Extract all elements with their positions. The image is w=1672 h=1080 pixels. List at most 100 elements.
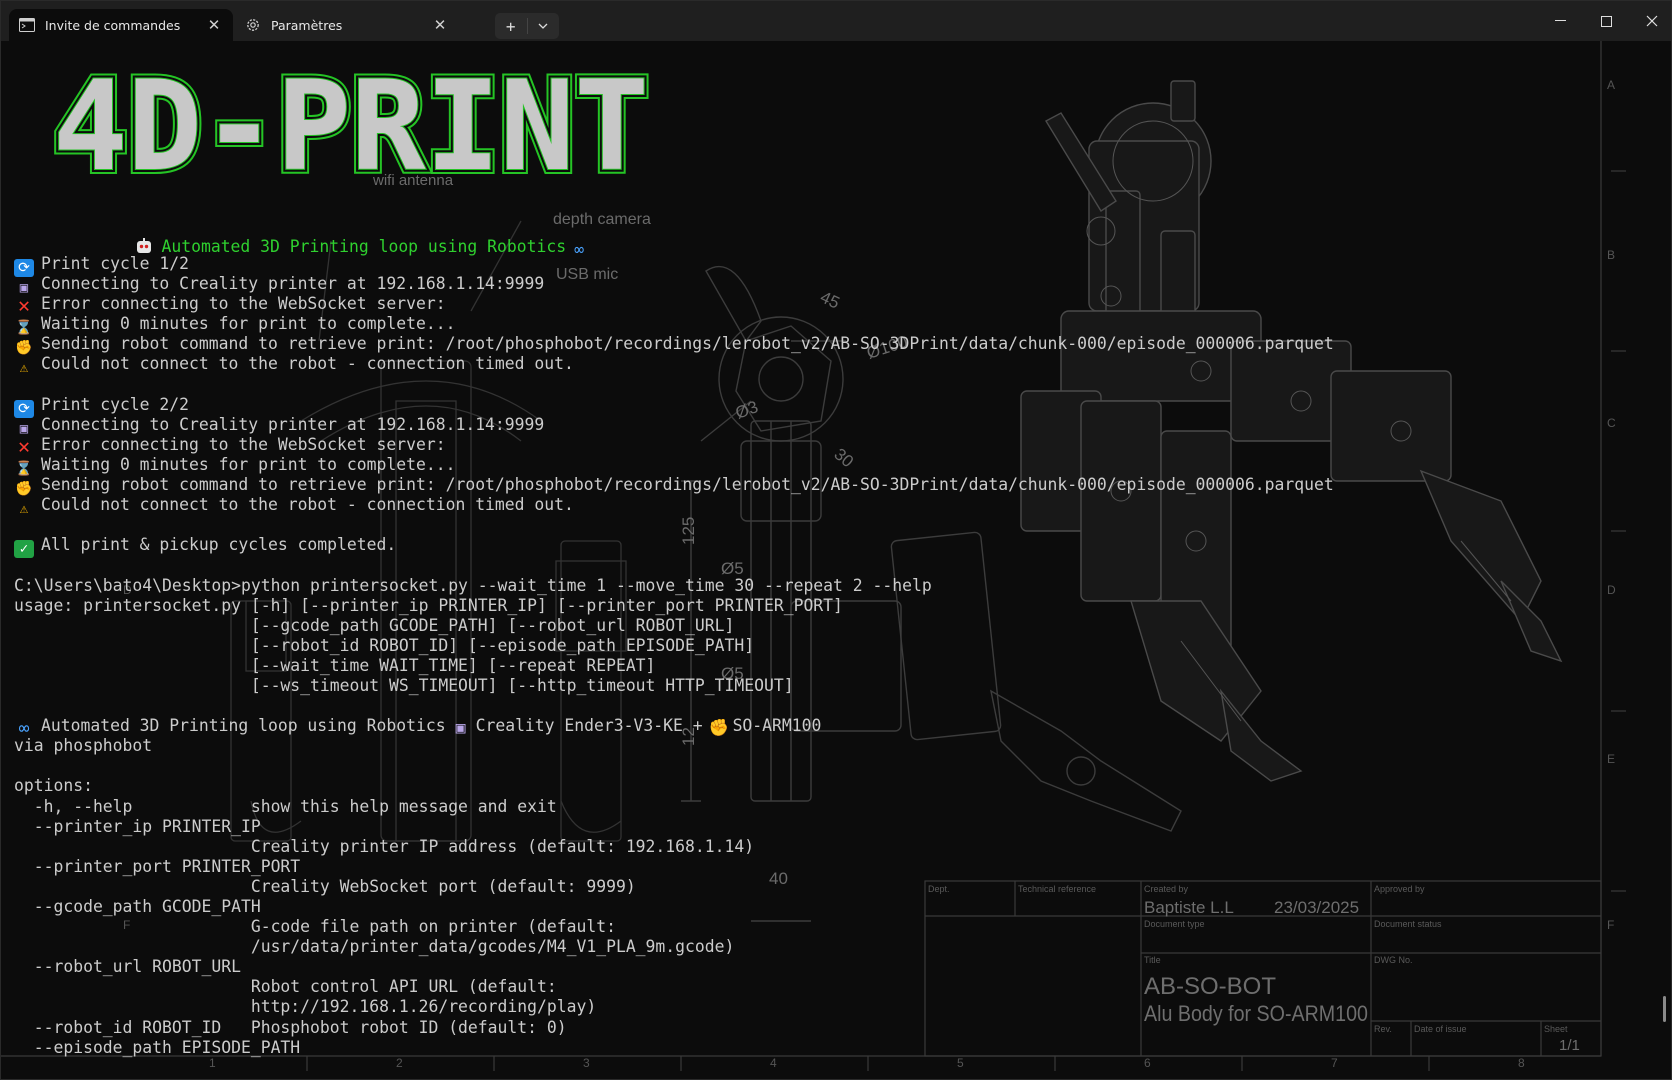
title-bar: Invite de commandes ✕ Paramètres ✕ + [1,1,1671,41]
console-output: ⟳ Print cycle 1/2 ▣ Connecting to Creality … [14,254,1614,1058]
maximize-button[interactable] [1583,1,1629,41]
console-text: Waiting 0 minutes for print to complete.… [41,314,456,334]
console-line: -h, --help show this help message and ex… [14,797,1614,817]
tab-command-prompt[interactable]: Invite de commandes ✕ [9,9,233,41]
console-text: Robot control API URL (default: [14,977,557,997]
console-line: Creality WebSocket port (default: 9999) [14,877,1614,897]
console-line: via phosphobot [14,736,1614,756]
console-text: [--robot_id ROBOT_ID] [--episode_path EP… [14,635,755,655]
banner-text: 4D-PRINT 4D-PRINT 4D-PRINT 4D-PRINT [49,67,654,187]
new-tab-button[interactable]: + [495,13,527,39]
console-line: ⚠ Could not connect to the robot - connec… [14,495,1614,518]
console-line: usage: printersocket.py [-h] [--printer_… [14,596,1614,616]
svg-text:4: 4 [770,1056,777,1070]
warning-icon: ⚠ [19,360,29,377]
error-icon: ✕ [17,433,31,458]
console-text: [--wait_time WAIT_TIME] [--repeat REPEAT… [14,655,656,675]
console-line: ▣ Connecting to Creality printer at 192.1… [14,414,1614,437]
banner-logo: 4D-PRINT 4D-PRINT 4D-PRINT 4D-PRINT [49,67,654,187]
console-line: --gcode_path GCODE_PATH [14,897,1614,917]
description-text: Creality Ender3-V3-KE + [475,716,703,736]
console-text: Connecting to Creality printer at 192.16… [41,274,545,294]
console-line: --printer_ip PRINTER_IP [14,817,1614,837]
console-line: --printer_port PRINTER_PORT [14,857,1614,877]
console-line: ⟳ Print cycle 1/2 [14,254,1614,277]
console-line: http://192.168.1.26/recording/play) [14,997,1614,1017]
console-text: Sending robot command to retrieve print:… [41,334,1334,354]
scrollbar[interactable] [1663,996,1666,1022]
svg-text:A: A [1607,78,1615,92]
console-line: ∞ Automated 3D Printing loop using Roboti… [14,716,1614,738]
console-line: [--robot_id ROBOT_ID] [--episode_path EP… [14,636,1614,656]
console-text: Creality printer IP address (default: 19… [14,836,755,856]
printer-icon: ▣ [455,718,466,738]
console-line: Creality printer IP address (default: 19… [14,837,1614,857]
console-text: Error connecting to the WebSocket server… [41,294,446,314]
console-line: C:\Users\bato4\Desktop>python printersoc… [14,576,1614,596]
console-line: ✕ Error connecting to the WebSocket serve… [14,433,1614,458]
console-line: [--gcode_path GCODE_PATH] [--robot_url R… [14,616,1614,636]
console-text: --gcode_path GCODE_PATH [14,897,261,916]
console-text: G-code file path on printer (default: [14,917,616,937]
warning-icon: ⚠ [19,501,29,518]
minimize-button[interactable] [1537,1,1583,41]
svg-text:5: 5 [957,1056,964,1070]
svg-text:8: 8 [1518,1056,1525,1070]
gear-icon [245,17,261,33]
description-text: Automated 3D Printing loop using Robotic… [41,716,446,736]
console-line: [--ws_timeout WS_TIMEOUT] [--http_timeou… [14,676,1614,696]
console-line: ▣ Connecting to Creality printer at 192.1… [14,274,1614,296]
new-tab-group: + [495,13,559,39]
console-line: ✊ Sending robot command to retrieve print… [14,334,1614,356]
svg-text:4D-PRINT: 4D-PRINT [53,67,649,187]
console-text: Sending robot command to retrieve print:… [41,475,1334,495]
console-line: ⟳ Print cycle 2/2 [14,394,1614,418]
console-line: [--wait_time WAIT_TIME] [--repeat REPEAT… [14,656,1614,676]
console-line: options: [14,776,1614,796]
cmd-icon [19,17,35,33]
svg-text:3: 3 [583,1056,590,1070]
console-text: Waiting 0 minutes for print to complete.… [41,454,456,474]
console-text: --episode_path EPISODE_PATH [14,1037,301,1057]
console-text: http://192.168.1.26/recording/play) [14,997,597,1017]
console-text: Creality WebSocket port (default: 9999) [14,876,636,896]
svg-text:7: 7 [1331,1056,1338,1070]
console-text: [--gcode_path GCODE_PATH] [--robot_url R… [14,615,735,635]
svg-text:2: 2 [396,1056,403,1070]
console-line: ⌛ Waiting 0 minutes for print to complete… [14,454,1614,477]
console-line: ✓ All print & pickup cycles completed. [14,535,1614,559]
close-window-button[interactable] [1629,1,1671,41]
robot-icon [135,237,153,255]
console-line: --robot_id ROBOT_ID Phosphobot robot ID … [14,1018,1614,1038]
close-tab-icon[interactable]: ✕ [205,16,223,34]
console-text: Print cycle 1/2 [41,254,190,273]
console-text: --robot_id ROBOT_ID Phosphobot robot ID … [14,1017,567,1037]
console-text: C:\Users\bato4\Desktop>python printersoc… [14,575,932,595]
terminal-window: Invite de commandes ✕ Paramètres ✕ + wif… [0,0,1672,1080]
console-line: --robot_url ROBOT_URL [14,957,1614,977]
svg-text:1: 1 [209,1056,216,1070]
close-tab-icon[interactable]: ✕ [431,16,449,34]
console-text: Connecting to Creality printer at 192.16… [41,414,545,434]
console-text: Error connecting to the WebSocket server… [41,434,446,454]
banner-subtitle: Automated 3D Printing loop using Robotic… [96,214,594,259]
robot-arm-icon: ✊ [708,718,729,738]
console-line: ⚠ Could not connect to the robot - connec… [14,354,1614,377]
console-text: /usr/data/printer_data/gcodes/M4_V1_PLA_… [14,937,735,957]
tab-label: Paramètres [271,17,343,33]
chevron-down-icon[interactable] [527,13,559,39]
console-text: via phosphobot [14,736,153,756]
console-line: ✊ Sending robot command to retrieve print… [14,475,1614,497]
tab-settings[interactable]: Paramètres ✕ [235,9,459,41]
console-line: ✕ Error connecting to the WebSocket serve… [14,294,1614,315]
check-icon: ✓ [14,540,34,559]
console-line: Robot control API URL (default: [14,977,1614,997]
console-text: --printer_ip PRINTER_IP [14,816,261,836]
console-text: Print cycle 2/2 [41,394,190,414]
tab-label: Invite de commandes [45,17,181,33]
description-text: SO-ARM100 [732,716,822,736]
console-text: Could not connect to the robot - connect… [41,354,574,374]
